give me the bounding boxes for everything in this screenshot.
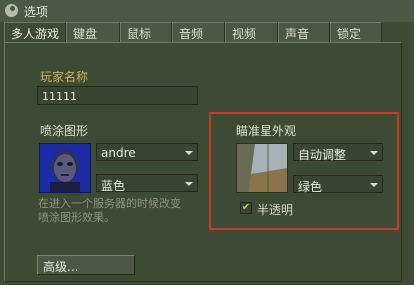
- tab-video[interactable]: 视频: [225, 22, 278, 42]
- advanced-button[interactable]: 高级...: [37, 255, 135, 275]
- steam-icon: [5, 4, 18, 17]
- spray-color-dropdown[interactable]: 蓝色: [96, 174, 198, 193]
- window-title: 选项: [24, 5, 49, 19]
- tab-keyboard[interactable]: 键盘: [66, 22, 120, 42]
- spray-preview-image: [39, 143, 91, 193]
- tab-multiplayer[interactable]: 多人游戏: [4, 22, 66, 43]
- tab-sound[interactable]: 声音: [278, 22, 330, 42]
- spray-label: 喷涂图形: [40, 124, 89, 138]
- spray-hint-line1: 在进入一个服务器的时候改变: [38, 197, 181, 210]
- spray-face-icon: [40, 144, 90, 192]
- title-bar: 选项: [0, 0, 414, 22]
- tab-bar: 多人游戏 键盘 鼠标 音频 视频 声音 锁定: [4, 22, 382, 43]
- chevron-down-icon: [185, 151, 193, 155]
- spray-color-value: 蓝色: [101, 179, 126, 193]
- player-name-input[interactable]: 11111: [37, 86, 198, 105]
- tab-audio[interactable]: 音频: [172, 22, 225, 42]
- spray-hint-line2: 喷涂图形效果。: [38, 211, 115, 224]
- tab-mouse[interactable]: 鼠标: [120, 22, 172, 42]
- spray-logo-dropdown[interactable]: andre: [96, 143, 198, 161]
- tab-lock[interactable]: 锁定: [330, 22, 382, 42]
- player-name-label: 玩家名称: [40, 70, 89, 84]
- crosshair-highlight-box: [209, 112, 399, 230]
- chevron-down-icon: [185, 182, 193, 186]
- spray-logo-value: andre: [101, 146, 136, 160]
